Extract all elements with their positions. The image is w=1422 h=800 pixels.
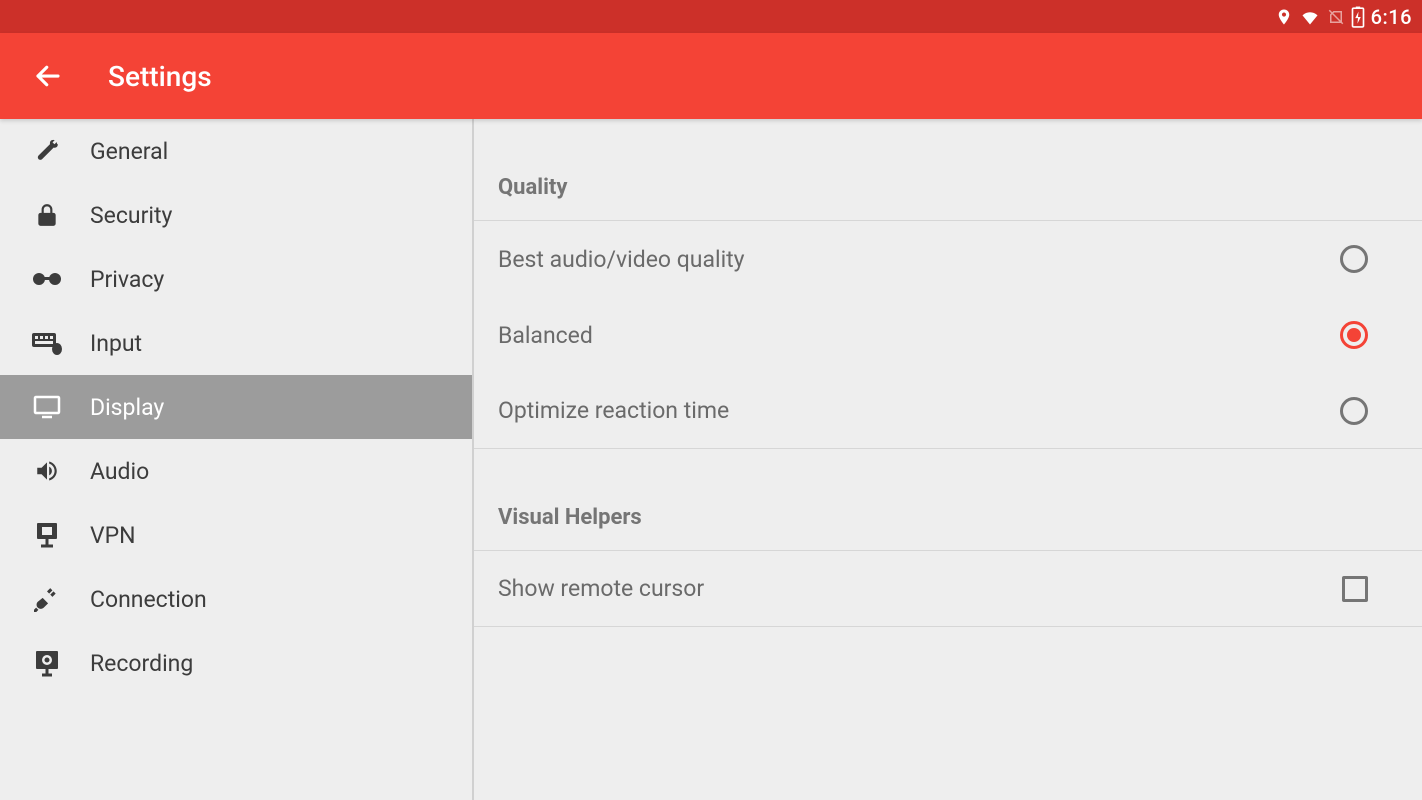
sidebar-item-label: Connection: [90, 586, 207, 613]
wifi-icon: [1299, 7, 1321, 27]
back-button[interactable]: [30, 58, 66, 94]
vpn-icon: [32, 520, 62, 550]
sidebar-item-connection[interactable]: Connection: [0, 567, 472, 631]
option-label: Optimize reaction time: [498, 397, 729, 424]
status-bar: 6:16: [0, 0, 1422, 33]
glasses-icon: [32, 264, 62, 294]
location-icon: [1275, 7, 1293, 27]
sidebar-item-label: Audio: [90, 458, 149, 485]
option-balanced[interactable]: Balanced: [474, 297, 1422, 373]
checkbox-unchecked[interactable]: [1342, 576, 1368, 602]
sidebar-item-recording[interactable]: Recording: [0, 631, 472, 695]
sidebar-item-label: Security: [90, 202, 172, 229]
sidebar-item-general[interactable]: General: [0, 119, 472, 183]
app-bar: Settings: [0, 33, 1422, 119]
section-header-quality: Quality: [474, 119, 1422, 221]
sidebar: General Security Privacy Input Display: [0, 119, 474, 800]
sidebar-item-label: Privacy: [90, 266, 164, 293]
radio-unselected[interactable]: [1340, 397, 1368, 425]
sidebar-item-vpn[interactable]: VPN: [0, 503, 472, 567]
sidebar-item-privacy[interactable]: Privacy: [0, 247, 472, 311]
wrench-icon: [32, 136, 62, 166]
sidebar-item-label: VPN: [90, 522, 136, 549]
speaker-icon: [32, 456, 62, 486]
radio-selected[interactable]: [1340, 321, 1368, 349]
sidebar-item-security[interactable]: Security: [0, 183, 472, 247]
display-icon: [32, 392, 62, 422]
page-title: Settings: [108, 60, 212, 93]
plug-icon: [32, 584, 62, 614]
arrow-left-icon: [33, 61, 63, 91]
option-best-quality[interactable]: Best audio/video quality: [474, 221, 1422, 297]
option-label: Show remote cursor: [498, 575, 704, 602]
keyboard-mouse-icon: [32, 328, 62, 358]
recording-icon: [32, 648, 62, 678]
sidebar-item-label: Recording: [90, 650, 193, 677]
sidebar-item-input[interactable]: Input: [0, 311, 472, 375]
main-panel: Quality Best audio/video quality Balance…: [474, 119, 1422, 800]
status-time: 6:16: [1371, 5, 1412, 29]
section-header-visual-helpers: Visual Helpers: [474, 449, 1422, 551]
option-label: Best audio/video quality: [498, 246, 745, 273]
sidebar-item-label: Display: [90, 394, 164, 421]
radio-unselected[interactable]: [1340, 245, 1368, 273]
radio-dot: [1347, 328, 1361, 342]
option-label: Balanced: [498, 322, 593, 349]
no-sim-icon: [1327, 7, 1345, 27]
option-show-remote-cursor[interactable]: Show remote cursor: [474, 551, 1422, 627]
sidebar-item-display[interactable]: Display: [0, 375, 472, 439]
battery-charging-icon: [1351, 6, 1365, 28]
content: General Security Privacy Input Display: [0, 119, 1422, 800]
sidebar-item-label: Input: [90, 330, 142, 357]
lock-icon: [32, 200, 62, 230]
sidebar-item-label: General: [90, 138, 168, 165]
option-optimize-reaction[interactable]: Optimize reaction time: [474, 373, 1422, 449]
sidebar-item-audio[interactable]: Audio: [0, 439, 472, 503]
